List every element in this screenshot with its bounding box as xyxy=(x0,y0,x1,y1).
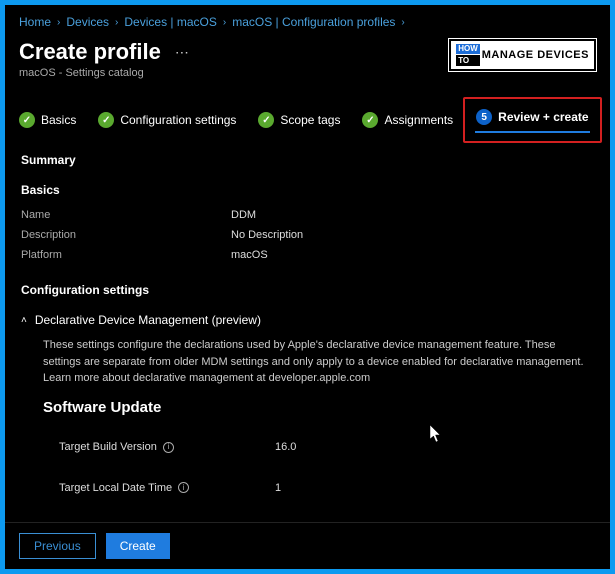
previous-button[interactable]: Previous xyxy=(19,533,96,559)
wizard-steps: ✓ Basics ✓ Configuration settings ✓ Scop… xyxy=(5,89,610,143)
step-basics[interactable]: ✓ Basics xyxy=(19,112,76,128)
chevron-icon: › xyxy=(57,17,60,28)
breadcrumb-config-profiles[interactable]: macOS | Configuration profiles xyxy=(232,15,395,29)
breadcrumb: Home › Devices › Devices | macOS › macOS… xyxy=(5,5,610,35)
label-name: Name xyxy=(21,209,231,221)
chevron-up-icon: ˄ xyxy=(21,315,27,326)
step-label: Basics xyxy=(41,113,76,127)
step-review[interactable]: 5 Review + create xyxy=(475,107,589,133)
info-icon[interactable]: i xyxy=(178,482,189,493)
check-icon: ✓ xyxy=(19,112,35,128)
field-target-build-version: Target Build Version i 16.0 xyxy=(43,439,594,456)
value-tldt: 1 xyxy=(275,480,281,497)
config-settings-heading: Configuration settings xyxy=(21,283,594,297)
create-button[interactable]: Create xyxy=(106,533,170,559)
accordion-ddm[interactable]: ˄ Declarative Device Management (preview… xyxy=(21,313,594,327)
kv-name: Name DDM xyxy=(21,209,594,221)
basics-heading: Basics xyxy=(21,183,594,197)
step-label: Review + create xyxy=(498,110,588,124)
check-icon: ✓ xyxy=(98,112,114,128)
field-target-local-date-time: Target Local Date Time i 1 xyxy=(43,480,594,497)
breadcrumb-devices-macos[interactable]: Devices | macOS xyxy=(124,15,216,29)
value-description: No Description xyxy=(231,229,303,241)
accordion-label: Declarative Device Management (preview) xyxy=(35,313,261,327)
page-title: Create profile xyxy=(19,39,161,65)
value-name: DDM xyxy=(231,209,256,221)
summary-heading: Summary xyxy=(21,153,594,167)
value-platform: macOS xyxy=(231,249,268,261)
check-icon: ✓ xyxy=(362,112,378,128)
step-label: Configuration settings xyxy=(120,113,236,127)
info-icon[interactable]: i xyxy=(163,442,174,453)
label-tldt: Target Local Date Time xyxy=(59,480,172,497)
step-label: Scope tags xyxy=(280,113,340,127)
step-scope[interactable]: ✓ Scope tags xyxy=(258,112,340,128)
footer-bar: Previous Create xyxy=(5,522,610,569)
label-tbv: Target Build Version xyxy=(59,439,157,456)
check-icon: ✓ xyxy=(258,112,274,128)
step-config[interactable]: ✓ Configuration settings xyxy=(98,112,236,128)
kv-description: Description No Description xyxy=(21,229,594,241)
config-description: These settings configure the declaration… xyxy=(43,337,594,387)
kv-platform: Platform macOS xyxy=(21,249,594,261)
more-menu-icon[interactable]: ⋯ xyxy=(175,44,190,61)
step-review-highlight: 5 Review + create xyxy=(463,97,601,143)
label-description: Description xyxy=(21,229,231,241)
chevron-icon: › xyxy=(401,17,404,28)
label-platform: Platform xyxy=(21,249,231,261)
breadcrumb-home[interactable]: Home xyxy=(19,15,51,29)
brand-logo: HOWTO MANAGE DEVICES xyxy=(449,39,596,71)
software-update-heading: Software Update xyxy=(43,397,594,420)
step-label: Assignments xyxy=(384,113,453,127)
chevron-icon: › xyxy=(223,17,226,28)
page-subtitle: macOS - Settings catalog xyxy=(19,67,190,79)
step-number-icon: 5 xyxy=(476,109,492,125)
breadcrumb-devices[interactable]: Devices xyxy=(66,15,109,29)
step-assignments[interactable]: ✓ Assignments xyxy=(362,112,453,128)
chevron-icon: › xyxy=(115,17,118,28)
value-tbv: 16.0 xyxy=(275,439,296,456)
